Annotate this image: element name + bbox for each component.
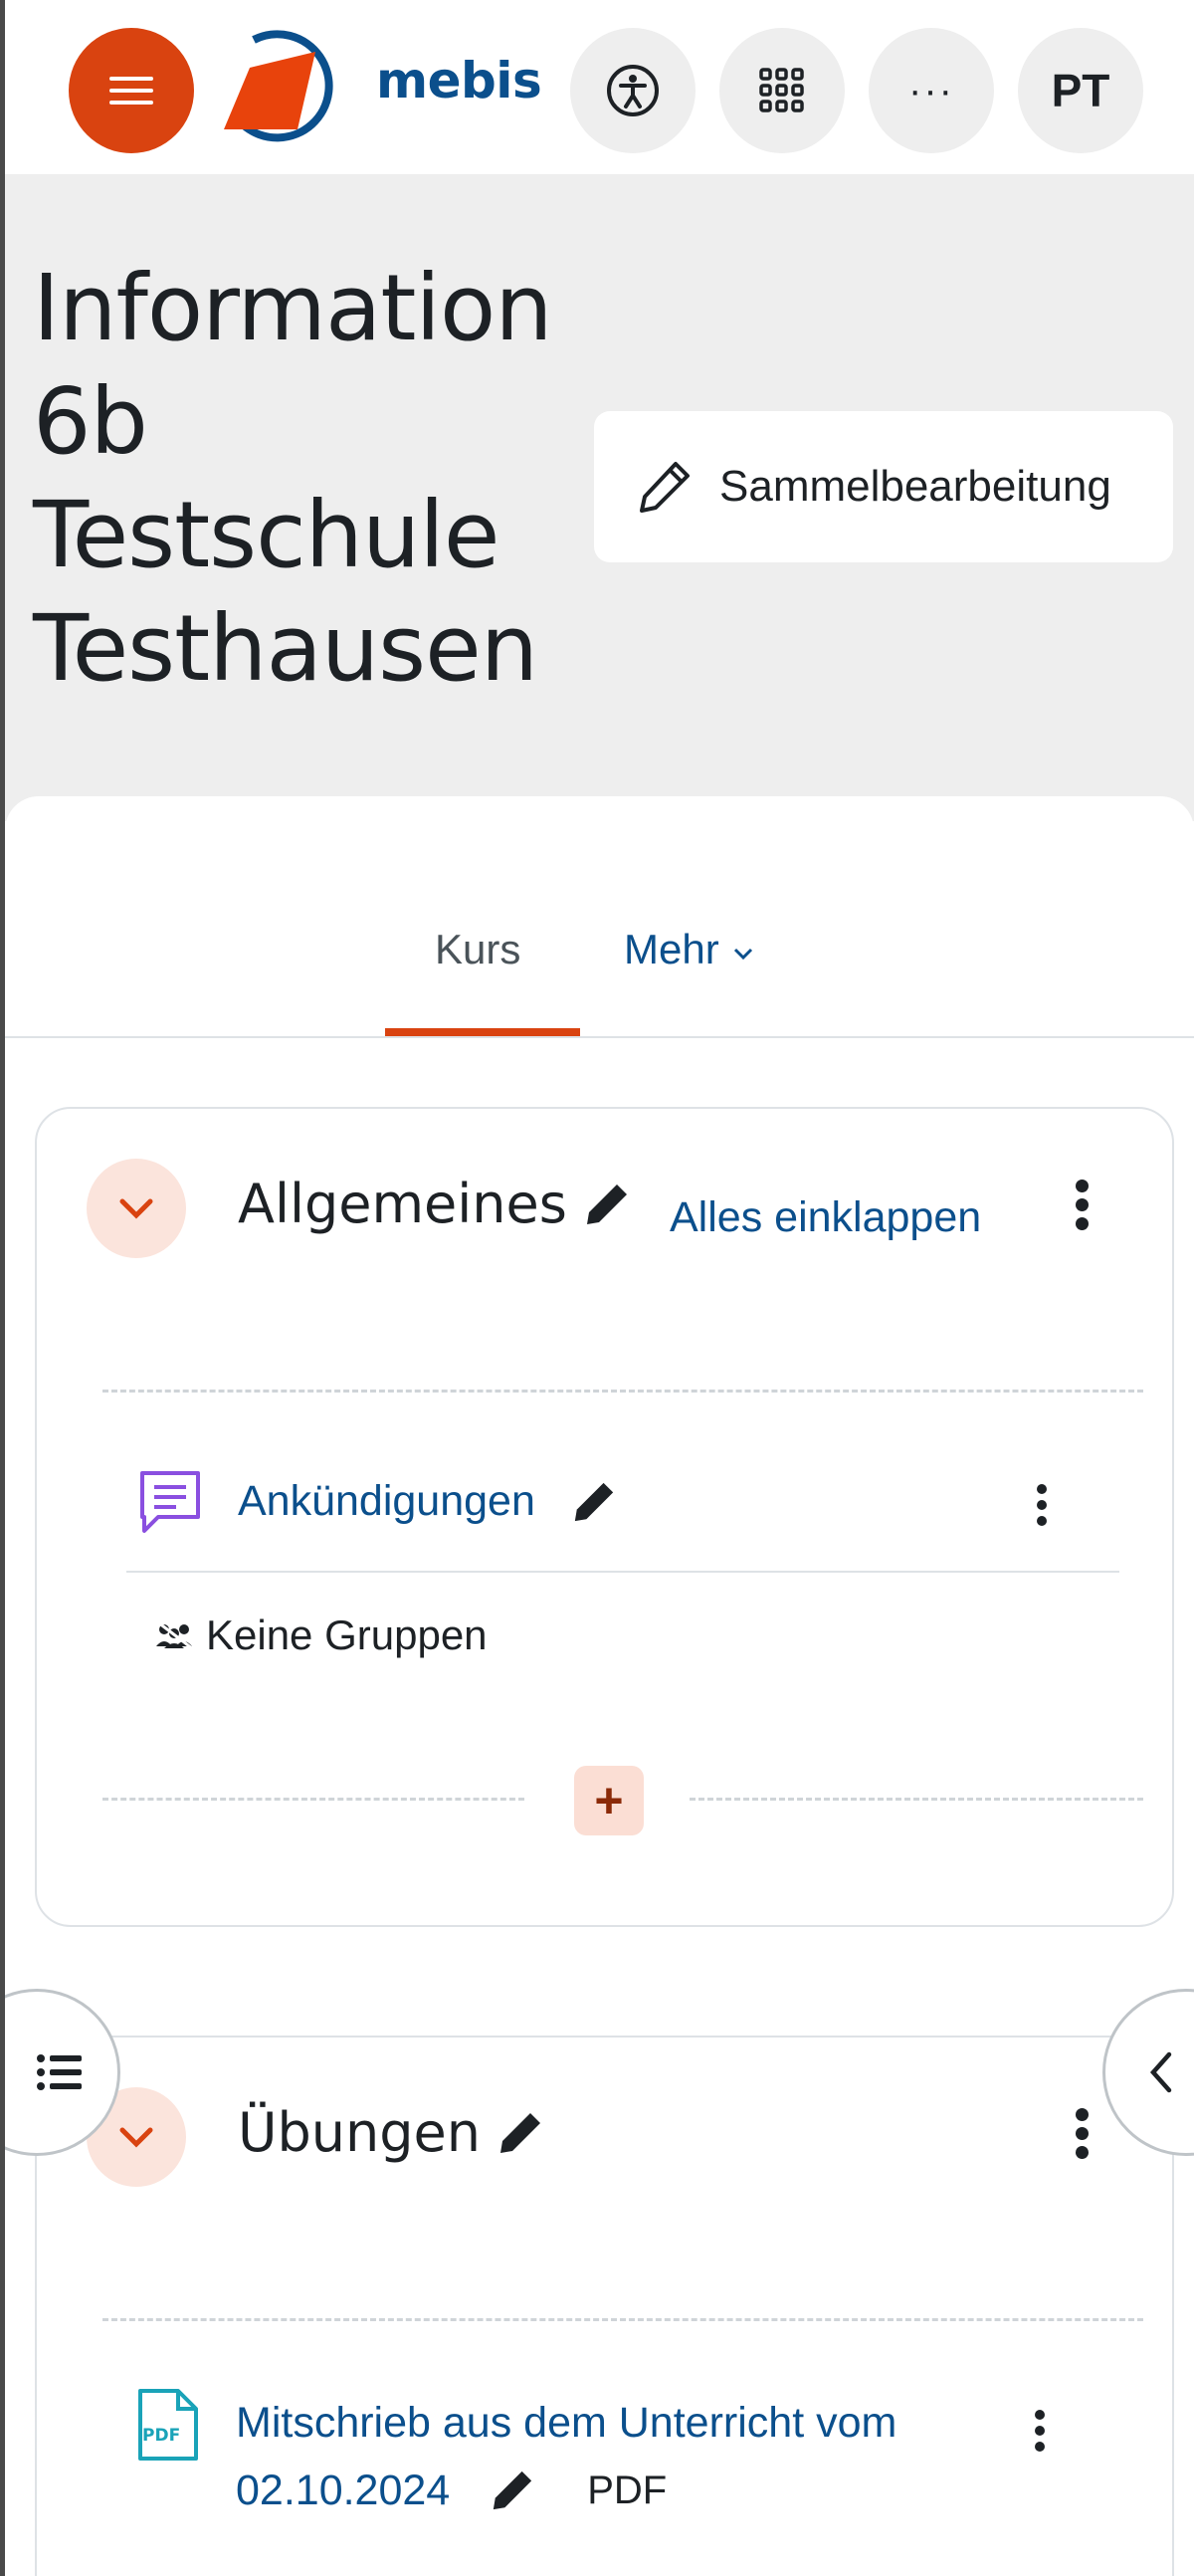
forum-icon: [140, 1471, 200, 1533]
bulk-edit-label: Sammelbearbeitung: [719, 462, 1111, 511]
section-allgemeines: Allgemeines Alles einklappen Ankündigung…: [35, 1107, 1174, 1927]
tab-kurs[interactable]: Kurs: [435, 926, 520, 973]
add-activity-button[interactable]: +: [574, 1766, 644, 1835]
activity-divider: [126, 1571, 1119, 1573]
no-groups-icon: [156, 1620, 193, 1650]
user-avatar[interactable]: PT: [1018, 28, 1143, 153]
menu-button[interactable]: [69, 28, 194, 153]
apps-button[interactable]: [719, 28, 845, 153]
more-icon: ···: [908, 68, 954, 112]
accessibility-icon: [607, 65, 659, 116]
section-divider: [102, 1390, 1143, 1393]
tab-mehr[interactable]: Mehr: [624, 926, 756, 973]
menu-icon: [109, 69, 153, 112]
add-divider-right: [690, 1798, 1143, 1801]
add-divider-left: [102, 1798, 524, 1801]
page-header: Information 6b Testschule Testhausen Sam…: [5, 174, 1194, 821]
activity-ankuendigungen[interactable]: Ankündigungen: [238, 1477, 617, 1526]
collapse-all-link[interactable]: Alles einklappen: [670, 1193, 981, 1242]
section-title-text: Übungen: [238, 2101, 481, 2164]
resource-actions-menu-icon[interactable]: [1030, 2407, 1050, 2455]
logo-text[interactable]: mebis: [376, 52, 542, 109]
secondary-navigation: Kurs Mehr: [5, 796, 1194, 1038]
groups-label: Keine Gruppen: [206, 1611, 488, 1658]
resource-name-line2: 02.10.2024: [236, 2467, 451, 2514]
section-title: Allgemeines: [238, 1173, 631, 1235]
section-toggle-button[interactable]: [87, 1159, 186, 1258]
section-divider: [102, 2318, 1143, 2321]
app-frame: mebis ··· PT Information 6b Testschule T: [0, 0, 1194, 2576]
section-title-text: Allgemeines: [238, 1173, 567, 1235]
pdf-icon-label: PDF: [142, 2426, 180, 2446]
chevron-down-icon: [119, 2127, 153, 2148]
resource-type-badge: PDF: [587, 2469, 668, 2512]
more-button[interactable]: ···: [869, 28, 994, 153]
activity-name: Ankündigungen: [238, 1477, 535, 1525]
edit-pencil-icon[interactable]: [490, 2468, 535, 2513]
groups-info: Keine Gruppen: [154, 1611, 488, 1659]
navbar: mebis ··· PT: [5, 0, 1194, 174]
edit-pencil-icon[interactable]: [497, 2109, 544, 2157]
chevron-left-icon: [1149, 2051, 1172, 2093]
list-icon: [37, 2054, 82, 2090]
mebis-logo-icon[interactable]: [216, 30, 345, 149]
apps-grid-icon: [759, 68, 804, 112]
active-tab-indicator: [385, 1028, 580, 1036]
activity-actions-menu-icon[interactable]: [1032, 1481, 1052, 1529]
section-actions-menu-icon[interactable]: [1072, 2105, 1092, 2162]
resource-name-line1: Mitschrieb aus dem Unterricht vom: [236, 2399, 897, 2447]
course-content: Kurs Mehr Allgemeines Alles einklappen A…: [5, 796, 1194, 2576]
tab-mehr-label: Mehr: [624, 926, 719, 972]
accessibility-button[interactable]: [570, 28, 696, 153]
pdf-icon: PDF: [138, 2389, 198, 2461]
resource-pdf-link[interactable]: Mitschrieb aus dem Unterricht vom 02.10.…: [236, 2389, 1012, 2524]
pencil-icon: [640, 462, 690, 513]
edit-pencil-icon[interactable]: [583, 1181, 631, 1228]
chevron-down-icon: [119, 1198, 153, 1219]
page-title: Information 6b Testschule Testhausen: [33, 255, 553, 702]
edit-pencil-icon[interactable]: [571, 1479, 617, 1525]
bulk-edit-button[interactable]: Sammelbearbeitung: [594, 411, 1173, 562]
chevron-down-icon: [734, 948, 753, 961]
section-actions-menu-icon[interactable]: [1072, 1177, 1092, 1233]
section-title: Übungen: [238, 2101, 544, 2164]
